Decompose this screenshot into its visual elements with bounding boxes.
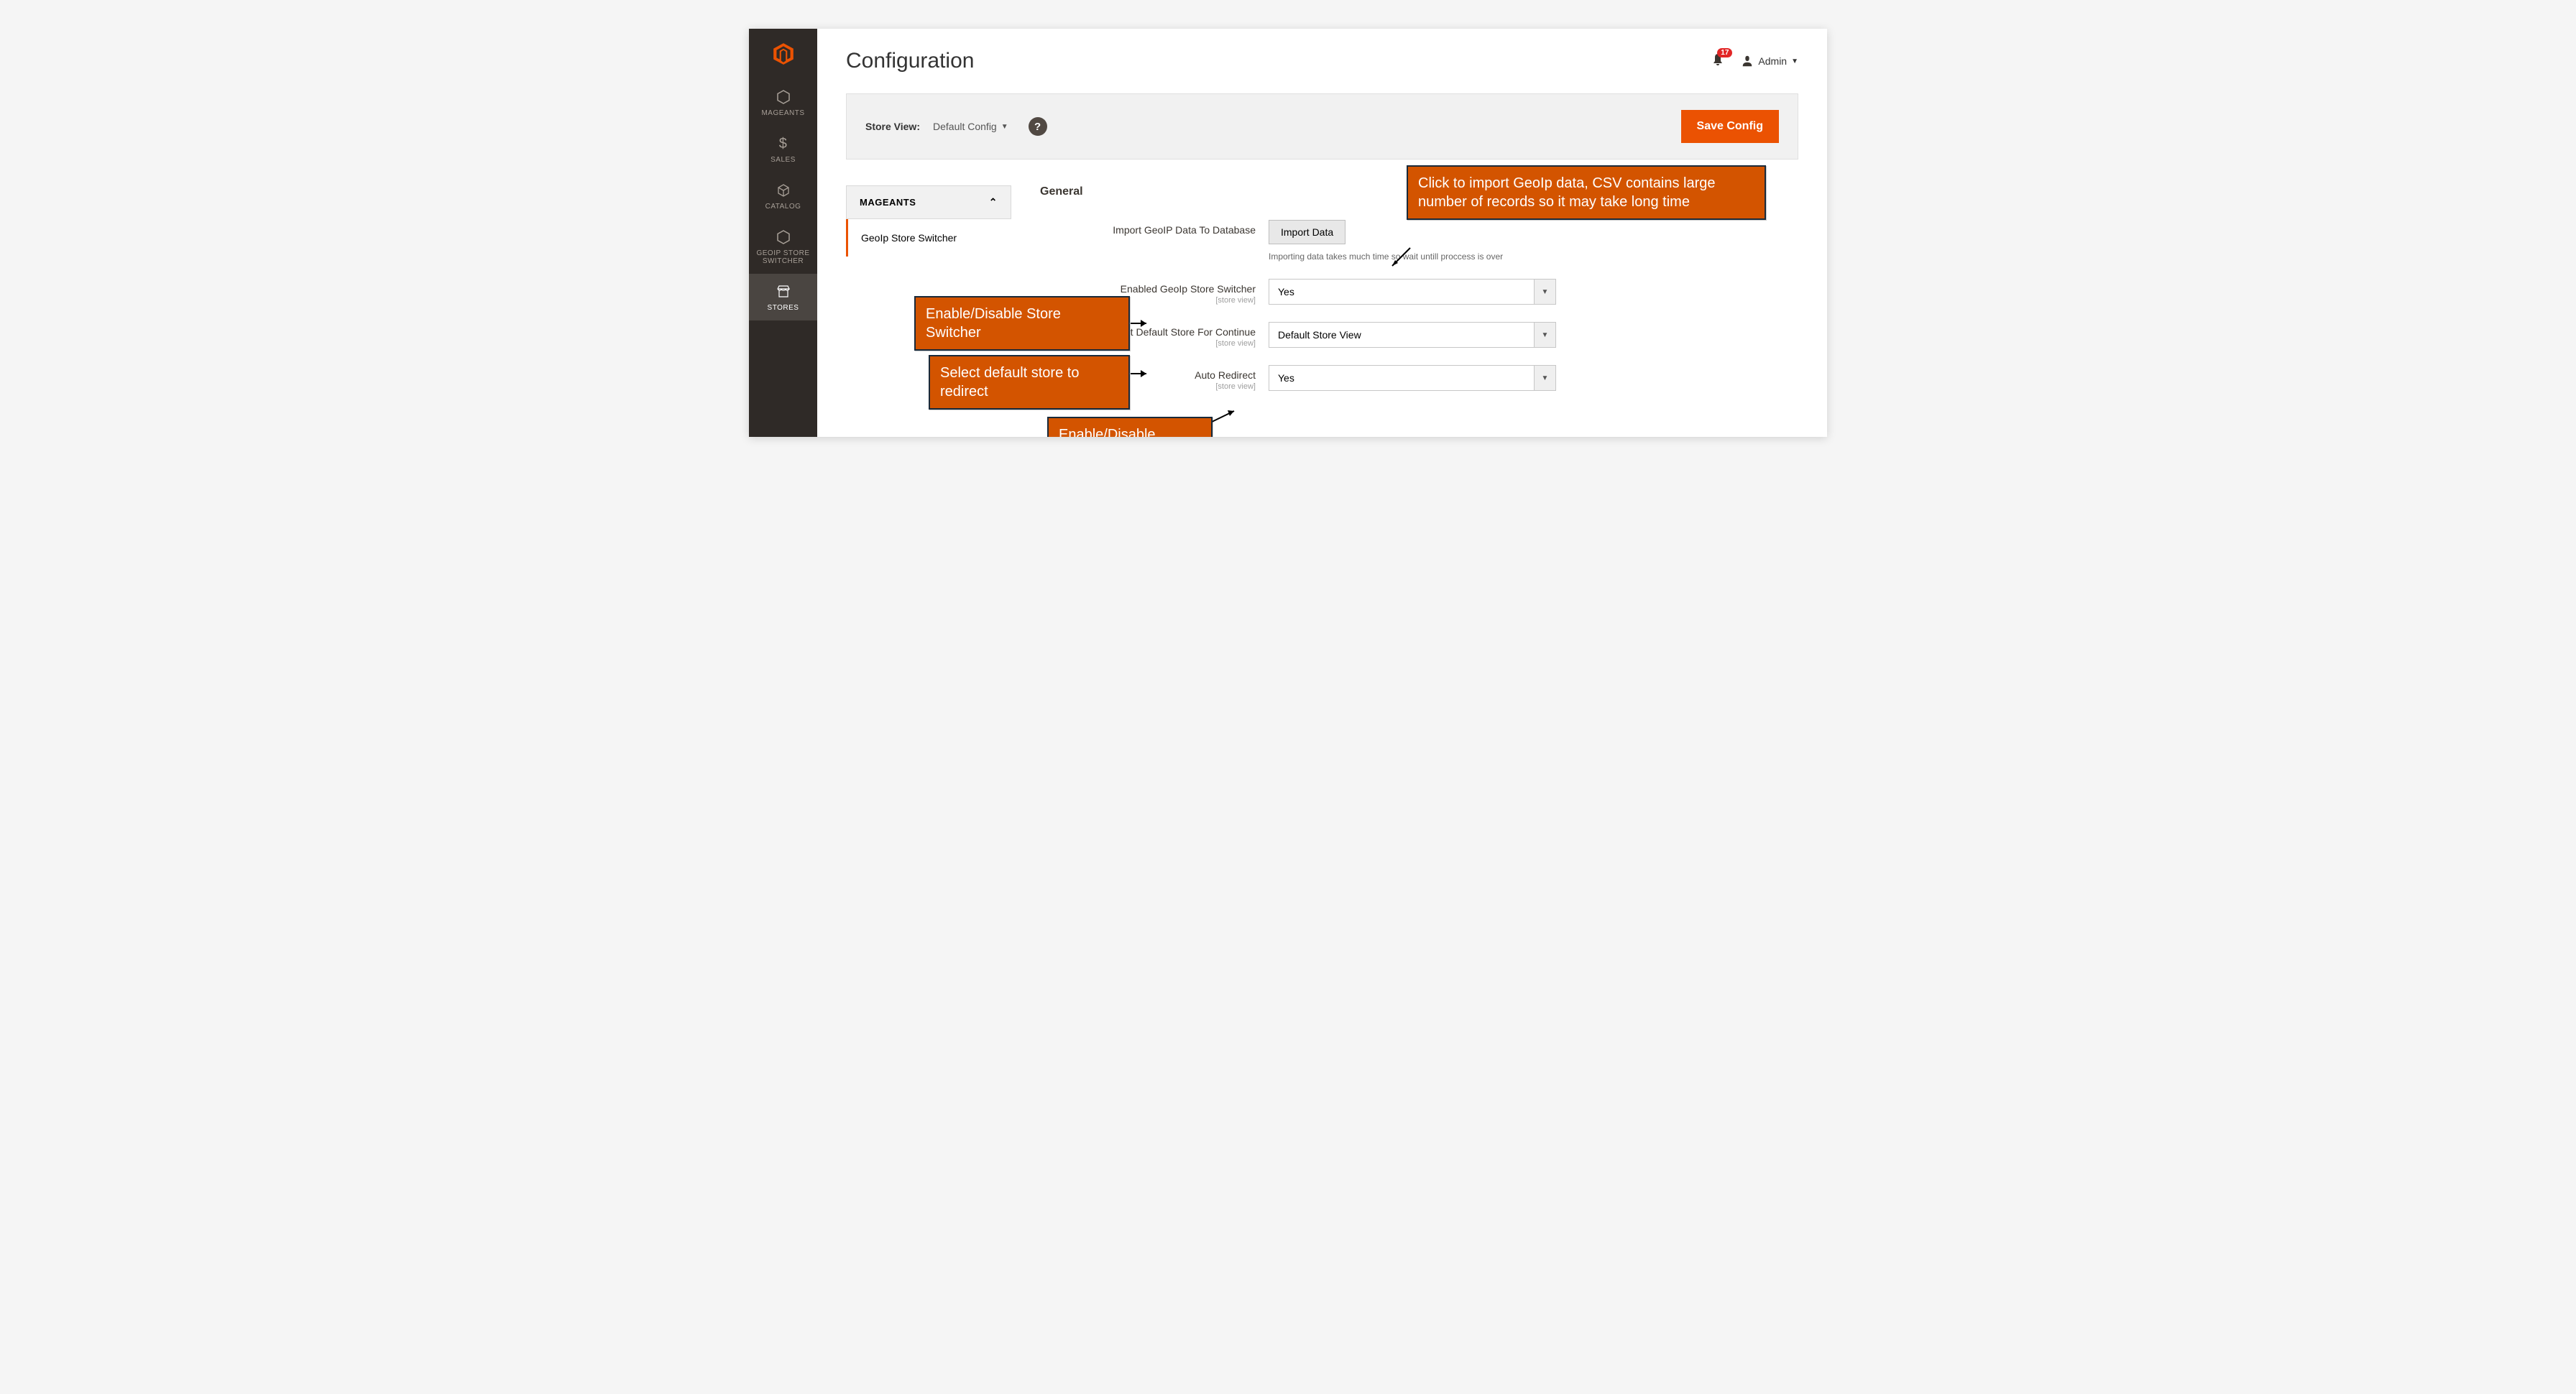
auto-redirect-select[interactable]: Yes ▼: [1269, 365, 1556, 391]
config-nav-group-label: MAGEANTS: [860, 197, 916, 208]
arrow-icon: [1385, 244, 1414, 273]
sidebar-item-sales[interactable]: $ SALES: [749, 126, 817, 172]
sidebar-item-mageants[interactable]: MAGEANTS: [749, 79, 817, 126]
config-nav-item-geoip[interactable]: GeoIp Store Switcher: [846, 219, 1011, 257]
caret-down-icon: ▼: [1001, 123, 1008, 131]
chevron-up-icon: ⌃: [989, 196, 998, 208]
hexagon-icon: [776, 229, 791, 245]
page-header: Configuration 17 Admin ▼: [846, 49, 1798, 73]
arrow-icon: [1131, 366, 1152, 381]
user-name: Admin: [1758, 55, 1787, 67]
sidebar-item-label: MAGEANTS: [761, 109, 804, 117]
callout-auto-redirect: Enable/Disable Autoredirection: [1047, 417, 1213, 437]
arrow-icon: [1131, 316, 1152, 331]
field-enabled-switcher: Enabled GeoIp Store Switcher [store view…: [1040, 279, 1798, 305]
callout-enabled: Enable/Disable Store Switcher: [914, 296, 1130, 351]
store-view-select[interactable]: Default Config ▼: [933, 121, 1008, 132]
default-store-select[interactable]: Default Store View ▼: [1269, 322, 1556, 348]
sidebar-item-label: STORES: [768, 304, 799, 312]
field-default-store: Set Default Store For Continue [store vi…: [1040, 322, 1798, 348]
notifications-button[interactable]: 17: [1711, 52, 1725, 70]
sidebar-item-label: SALES: [770, 156, 796, 164]
sidebar-item-stores[interactable]: STORES: [749, 274, 817, 320]
header-actions: 17 Admin ▼: [1711, 52, 1798, 70]
dollar-icon: $: [776, 136, 791, 152]
admin-sidebar: MAGEANTS $ SALES CATALOG GEOIP STORE SWI…: [749, 29, 817, 437]
user-menu[interactable]: Admin ▼: [1741, 55, 1798, 68]
sidebar-item-catalog[interactable]: CATALOG: [749, 172, 817, 219]
caret-down-icon: ▼: [1791, 57, 1798, 65]
import-data-button[interactable]: Import Data: [1269, 220, 1346, 244]
sidebar-item-label: CATALOG: [765, 203, 801, 211]
callout-default-store: Select default store to redirect: [929, 355, 1130, 410]
sidebar-item-label: GEOIP STORE SWITCHER: [752, 249, 814, 265]
config-nav-group[interactable]: MAGEANTS ⌃: [846, 185, 1011, 219]
caret-down-icon: ▼: [1534, 366, 1555, 390]
store-view-value: Default Config: [933, 121, 997, 132]
page-title: Configuration: [846, 49, 974, 73]
field-label: Enabled GeoIp Store Switcher: [1121, 283, 1256, 295]
user-icon: [1741, 55, 1754, 68]
field-label: Auto Redirect: [1195, 369, 1256, 381]
help-button[interactable]: ?: [1029, 117, 1047, 136]
app-frame: MAGEANTS $ SALES CATALOG GEOIP STORE SWI…: [749, 29, 1827, 437]
select-value: Yes: [1278, 286, 1294, 297]
store-icon: [776, 284, 791, 300]
store-view-bar: Store View: Default Config ▼ ? Save Conf…: [846, 93, 1798, 160]
store-view-label: Store View:: [865, 121, 920, 132]
notification-badge: 17: [1717, 48, 1732, 57]
enabled-select[interactable]: Yes ▼: [1269, 279, 1556, 305]
callout-import: Click to import GeoIp data, CSV contains…: [1407, 165, 1766, 220]
select-value: Yes: [1278, 372, 1294, 384]
caret-down-icon: ▼: [1534, 323, 1555, 347]
magento-logo[interactable]: [749, 29, 817, 79]
box-icon: [776, 183, 791, 198]
field-label: Import GeoIP Data To Database: [1040, 220, 1256, 236]
select-value: Default Store View: [1278, 329, 1361, 341]
hexagon-icon: [776, 89, 791, 105]
sidebar-item-geoip[interactable]: GEOIP STORE SWITCHER: [749, 219, 817, 274]
save-config-button[interactable]: Save Config: [1681, 110, 1779, 143]
field-import-geoip: Import GeoIP Data To Database Import Dat…: [1040, 220, 1798, 262]
field-auto-redirect: Auto Redirect [store view] Yes ▼: [1040, 365, 1798, 391]
caret-down-icon: ▼: [1534, 280, 1555, 304]
main-content: Configuration 17 Admin ▼ Store View: Def…: [817, 29, 1827, 437]
magento-logo-icon: [771, 42, 796, 66]
